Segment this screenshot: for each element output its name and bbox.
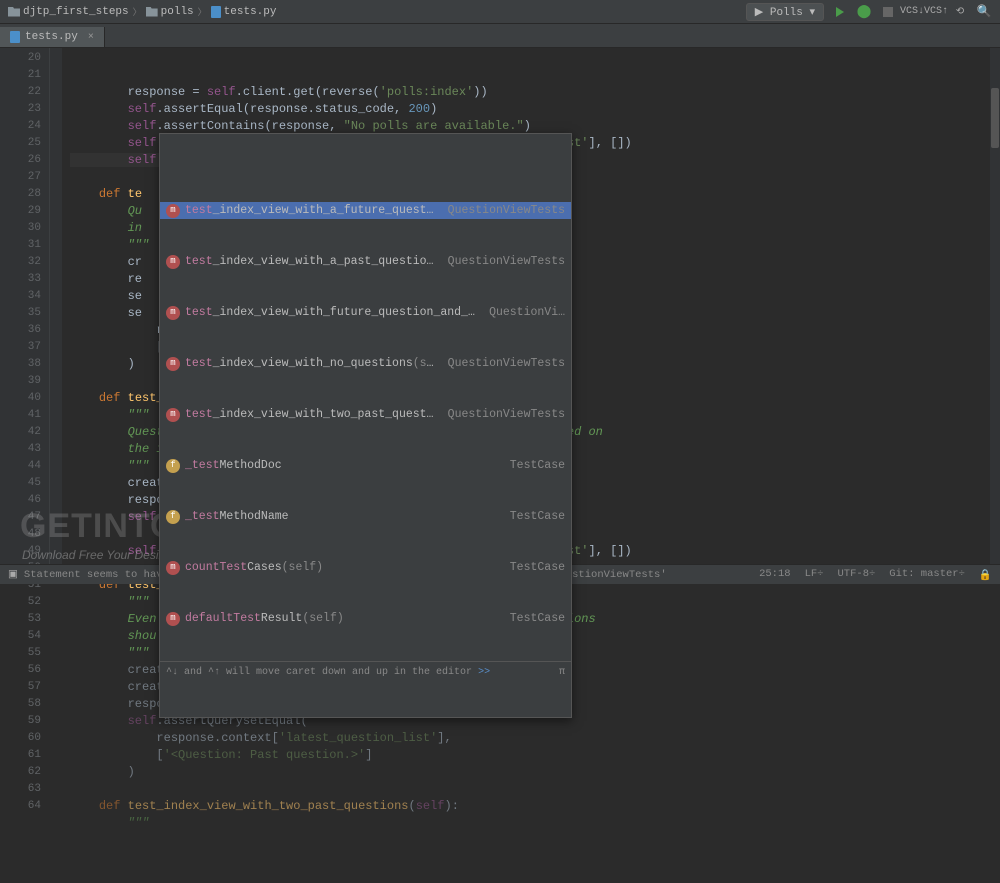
method-icon: m [166,204,180,218]
code-area[interactable]: response = self.client.get(reverse('poll… [62,48,1000,564]
completion-hint: ^↓ and ^↑ will move caret down and up in… [160,661,571,683]
completion-item[interactable]: m test_index_view_with_future_question_a… [160,304,571,321]
lock-icon[interactable]: 🔒 [979,568,992,582]
editor-tabs: tests.py × [0,24,1000,48]
method-icon: m [166,255,180,269]
stop-button [880,4,896,20]
gutter-marks[interactable] [50,48,62,564]
vcs-history-button[interactable]: ⟲ [952,4,968,20]
editor[interactable]: 2021222324252627282930313233343536373839… [0,48,1000,564]
tab-tests-py[interactable]: tests.py × [0,27,105,47]
completion-item[interactable]: m test_index_view_with_two_past_question… [160,406,571,423]
method-icon: m [166,357,180,371]
run-button[interactable] [832,4,848,20]
git-branch[interactable]: Git: master÷ [889,568,965,582]
completion-item[interactable]: f _testMethodDoc TestCase [160,457,571,474]
chevron-right-icon: 〉 [198,5,207,18]
method-icon: m [166,408,180,422]
method-icon: m [166,306,180,320]
code-completion-popup[interactable]: m test_index_view_with_a_future_question… [159,133,572,718]
line-number-gutter[interactable]: 2021222324252627282930313233343536373839… [0,48,50,564]
vcs-update-button[interactable]: VCS↓ [904,4,920,20]
file-encoding[interactable]: UTF-8÷ [837,568,875,582]
chevron-right-icon: 〉 [133,5,142,18]
caret-position[interactable]: 25:18 [759,568,791,582]
method-icon: m [166,612,180,626]
completion-hint-link[interactable]: >> [478,667,490,678]
completion-item[interactable]: m test_index_view_with_a_past_question(s… [160,253,571,270]
field-icon: f [166,510,180,524]
status-indicator-icon[interactable]: ▣ [8,568,18,581]
vcs-commit-button[interactable]: VCS↑ [928,4,944,20]
navigation-bar: djtp_first_steps 〉 polls 〉 tests.py ▶ Po… [0,0,1000,24]
completion-item[interactable]: m defaultTestResult(self) TestCase [160,610,571,627]
completion-item[interactable]: m test_index_view_with_no_questions(self… [160,355,571,372]
field-icon: f [166,459,180,473]
search-everywhere-button[interactable]: 🔍 [976,4,992,20]
editor-scrollbar[interactable] [990,48,1000,564]
completion-item[interactable]: f _testMethodName TestCase [160,508,571,525]
breadcrumb[interactable]: djtp_first_steps 〉 polls 〉 tests.py [8,5,276,18]
line-separator[interactable]: LF÷ [805,568,824,582]
method-icon: m [166,561,180,575]
close-icon[interactable]: × [88,32,94,43]
python-file-icon [10,31,20,43]
folder-icon [146,7,158,17]
toolbar-actions: ▶ Polls ▾ ⬤ VCS↓ VCS↑ ⟲ 🔍 [746,3,992,21]
run-configuration-dropdown[interactable]: ▶ Polls ▾ [746,3,824,21]
python-file-icon [211,6,221,18]
debug-button[interactable]: ⬤ [856,4,872,20]
scrollbar-thumb[interactable] [991,88,999,148]
completion-item[interactable]: m test_index_view_with_a_future_question… [160,202,571,219]
completion-item[interactable]: m countTestCases(self) TestCase [160,559,571,576]
folder-icon [8,7,20,17]
